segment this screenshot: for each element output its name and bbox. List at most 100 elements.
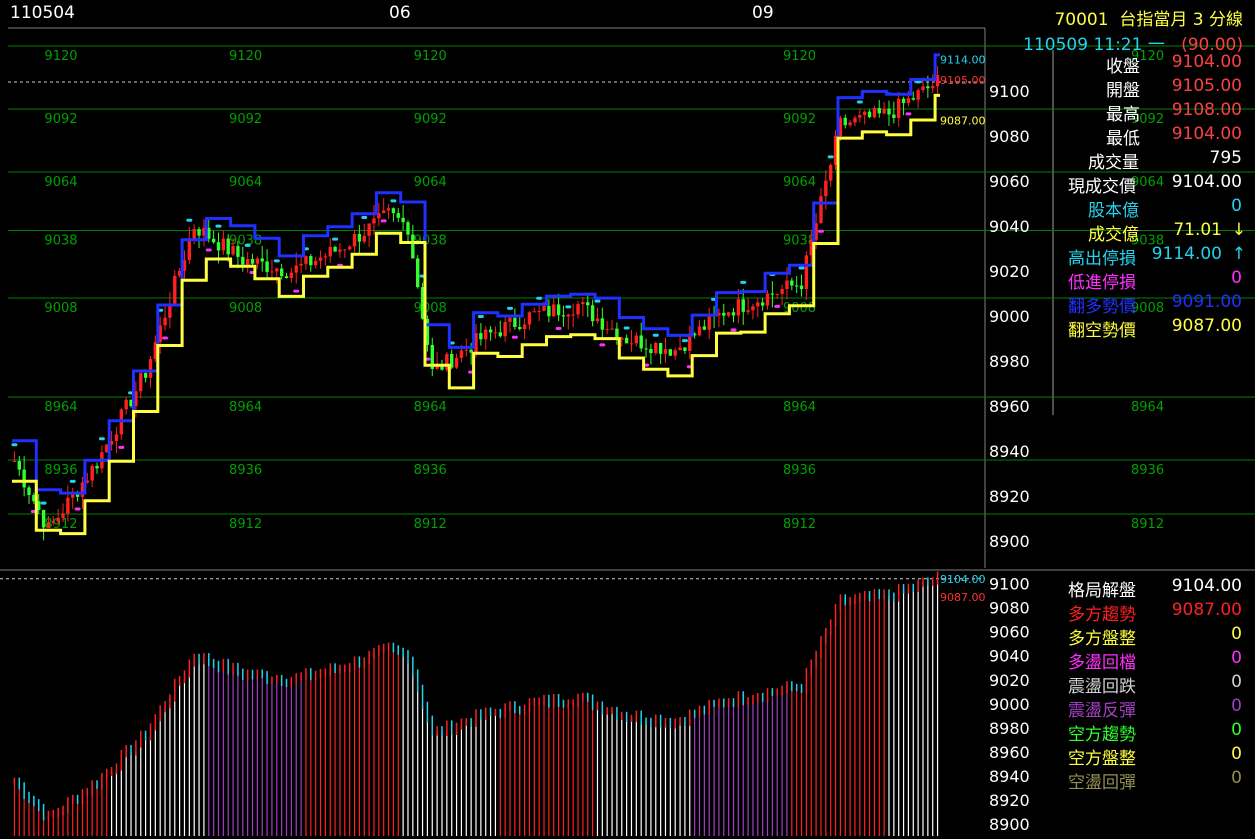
y-tick-label: 9060 [989,172,1030,191]
candle-body [173,275,177,306]
candle-body [887,108,891,115]
candle-body [95,465,99,469]
candle-body [139,373,143,392]
candle-body [401,217,405,223]
candle-body [576,304,580,315]
lower-y-tick-label: 9080 [989,599,1030,618]
level-label: 9148 [1131,0,1164,1]
row-label: 成交量 [1088,153,1139,173]
day-label-09: 09 [752,3,774,23]
candle-body [255,258,260,264]
candle-body [309,256,313,266]
lower-price-tag: 9104.00 [940,573,986,586]
stop-high-marker [273,259,280,263]
row-label: 高出停損 [1068,249,1136,269]
price-tag: 9087.00 [940,114,986,127]
symbol-code: 70001 [1054,10,1109,30]
info_panel-row: 現成交價 9104.00 [1060,172,1250,197]
candle-body [697,326,702,336]
candle-body [27,487,31,495]
stop-low-marker [599,343,606,347]
stop-high-marker [594,299,601,303]
candle-body [916,90,920,100]
level-label: 8964 [229,400,262,415]
candle-body [911,98,915,100]
candle-body [892,114,896,118]
candle-body [926,86,930,89]
lower-y-tick-label: 9060 [989,623,1030,642]
candle-body [683,347,687,351]
level-label: 9148 [44,0,77,1]
level-label: 9092 [783,112,816,127]
row-value: 0 [1231,624,1242,644]
legend_panel-row: 格局解盤 9104.00 [1060,576,1250,601]
date-label: 110504 [10,3,75,23]
row-label: 空方盤整 [1068,749,1136,769]
candle-body [124,399,128,410]
candle-body [148,359,153,378]
level-label: 9038 [44,234,77,249]
stop-high-marker [186,218,193,222]
row-label: 現成交價 [1068,177,1136,197]
level-label: 9148 [229,0,262,1]
candle-body [211,238,216,243]
candle-body [590,305,595,322]
legend_panel-row: 多方盤整 0 [1060,624,1250,649]
candle-body [347,246,352,250]
candle-body [901,98,906,104]
candle-body [357,234,362,242]
row-value: 0 [1231,268,1242,288]
stop-low-marker [730,328,737,332]
candle-body [921,86,925,91]
y-tick-label: 9040 [989,217,1030,236]
candle-body [746,310,750,312]
candle-body [216,242,221,251]
level-label: 9120 [229,49,262,64]
stop-high-marker [623,326,630,330]
candle-body [318,257,323,261]
level-label: 8912 [414,517,447,532]
stop-low-marker [555,327,562,331]
candle-body [882,108,886,114]
level-label: 9008 [229,301,262,316]
info_panel-row: 高出停損 9114.00 ↑ [1060,244,1250,269]
candle-body [741,299,745,312]
level-label: 9092 [44,112,77,127]
candle-body [362,235,366,242]
y-tick-label: 9100 [989,82,1030,101]
level-label: 9092 [414,112,447,127]
legend_panel-row: 震盪反彈 0 [1060,696,1250,721]
candle-body [586,302,590,306]
candle-body [654,343,658,354]
candle-body [46,522,51,528]
y-tick-label: 8980 [989,352,1030,371]
stop-high-marker [215,224,222,228]
candle-body [250,259,255,264]
candle-body [770,293,775,295]
stop-high-marker [390,199,397,203]
candle-body [668,349,673,356]
row-label: 空方趨勢 [1068,725,1136,745]
legend_panel-row: 空盪回彈 0 [1060,768,1250,793]
candle-body [804,255,809,290]
candle-body [411,234,415,259]
info_panel-row: 收盤 9104.00 [1060,52,1250,77]
row-value: 9087.00 [1171,600,1242,620]
candle-body [386,208,391,211]
stop-high-marker [11,443,18,447]
candle-body [12,461,17,463]
stop-low-marker [205,248,212,252]
row-label: 最低 [1106,129,1140,149]
row-label: 低進停損 [1068,273,1136,293]
candle-body [197,229,201,236]
candle-body [143,373,148,378]
row-label: 震盪回跌 [1068,677,1136,697]
candle-body [61,513,65,518]
row-value: 0 [1231,648,1242,668]
candle-body [522,324,527,330]
candle-body [867,111,872,118]
candle-body [707,315,711,330]
candle-body [299,263,303,266]
y-tick-label: 9020 [989,262,1030,281]
candle-body [765,293,770,306]
